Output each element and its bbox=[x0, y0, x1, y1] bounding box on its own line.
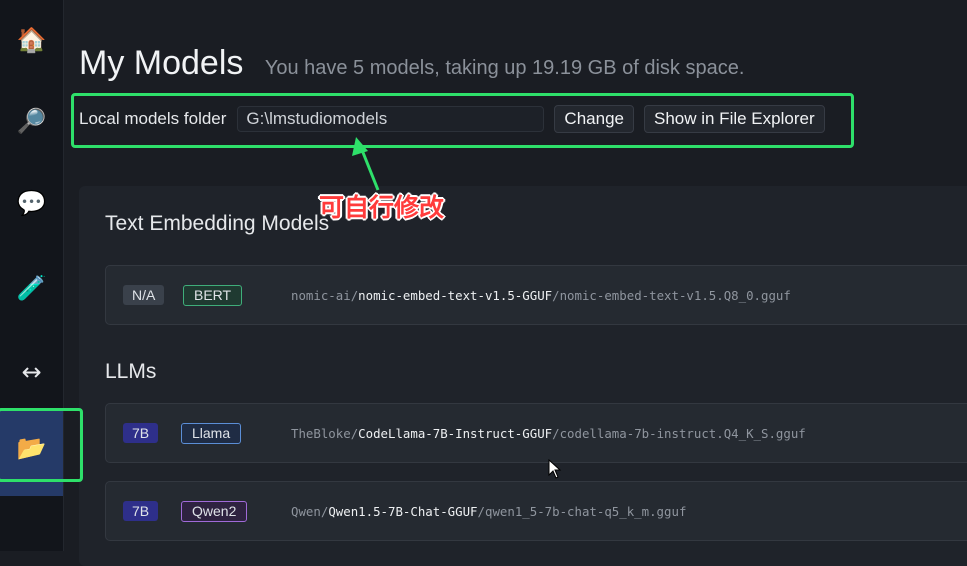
model-row[interactable]: N/A BERT nomic-ai/nomic-embed-text-v1.5-… bbox=[105, 265, 967, 325]
folder-label: Local models folder bbox=[79, 109, 227, 128]
page-header: My Models You have 5 models, taking up 1… bbox=[79, 44, 744, 83]
model-file: nomic-embed-text-v1.5.Q8_0.gguf bbox=[559, 288, 791, 303]
left-right-arrow-icon: ↔ bbox=[21, 358, 42, 386]
model-publisher: nomic-ai bbox=[291, 288, 351, 303]
disk-usage-summary: You have 5 models, taking up 19.19 GB of… bbox=[264, 57, 745, 79]
model-publisher: Qwen bbox=[291, 504, 321, 519]
model-repo: Qwen1.5-7B-Chat-GGUF bbox=[328, 504, 478, 519]
model-row[interactable]: 7B Qwen2 Qwen/Qwen1.5-7B-Chat-GGUF/qwen1… bbox=[105, 481, 967, 541]
model-file: qwen1_5-7b-chat-q5_k_m.gguf bbox=[484, 504, 687, 519]
model-file: codellama-7b-instruct.Q4_K_S.gguf bbox=[559, 426, 806, 441]
size-badge: N/A bbox=[123, 285, 165, 305]
size-badge: 7B bbox=[123, 501, 159, 521]
size-badge: 7B bbox=[123, 423, 159, 443]
section-title-llms: LLMs bbox=[105, 360, 157, 383]
model-path: Qwen/Qwen1.5-7B-Chat-GGUF/qwen1_5-7b-cha… bbox=[291, 504, 687, 519]
model-path: TheBloke/CodeLlama-7B-Instruct-GGUF/code… bbox=[291, 426, 806, 441]
arch-badge: Llama bbox=[181, 423, 242, 444]
nav-home[interactable]: 🏠 bbox=[0, 13, 63, 67]
model-publisher: TheBloke bbox=[291, 426, 351, 441]
nav-local-server[interactable]: ↔ bbox=[0, 345, 63, 399]
change-folder-button[interactable]: Change bbox=[554, 105, 634, 133]
sidebar: 🏠 🔎 💬 🧪 ↔ 📂 bbox=[0, 0, 64, 551]
show-in-explorer-button[interactable]: Show in File Explorer bbox=[643, 105, 825, 133]
chat-bubble-icon: 💬 bbox=[16, 189, 47, 217]
folder-path-input[interactable] bbox=[237, 106, 545, 132]
house-icon: 🏠 bbox=[16, 26, 47, 54]
nav-playground[interactable]: 🧪 bbox=[0, 261, 63, 315]
annotation-text: 可自行修改 bbox=[319, 193, 445, 222]
model-row[interactable]: 7B Llama TheBloke/CodeLlama-7B-Instruct-… bbox=[105, 403, 967, 463]
page-title: My Models bbox=[79, 44, 244, 82]
arch-badge: BERT bbox=[183, 285, 243, 306]
model-repo: nomic-embed-text-v1.5-GGUF bbox=[358, 288, 553, 303]
models-folder-row: Local models folder Change Show in File … bbox=[79, 104, 825, 134]
test-tube-icon: 🧪 bbox=[16, 274, 47, 302]
nav-my-models[interactable]: 📂 bbox=[0, 410, 63, 496]
nav-chat[interactable]: 💬 bbox=[0, 176, 63, 230]
section-title-embedding: Text Embedding Models bbox=[105, 212, 330, 235]
model-path: nomic-ai/nomic-embed-text-v1.5-GGUF/nomi… bbox=[291, 288, 791, 303]
arch-badge: Qwen2 bbox=[181, 501, 248, 522]
model-repo: CodeLlama-7B-Instruct-GGUF bbox=[358, 426, 553, 441]
open-folder-icon: 📂 bbox=[16, 434, 47, 462]
magnifier-icon: 🔎 bbox=[16, 107, 47, 135]
nav-search[interactable]: 🔎 bbox=[0, 94, 63, 148]
